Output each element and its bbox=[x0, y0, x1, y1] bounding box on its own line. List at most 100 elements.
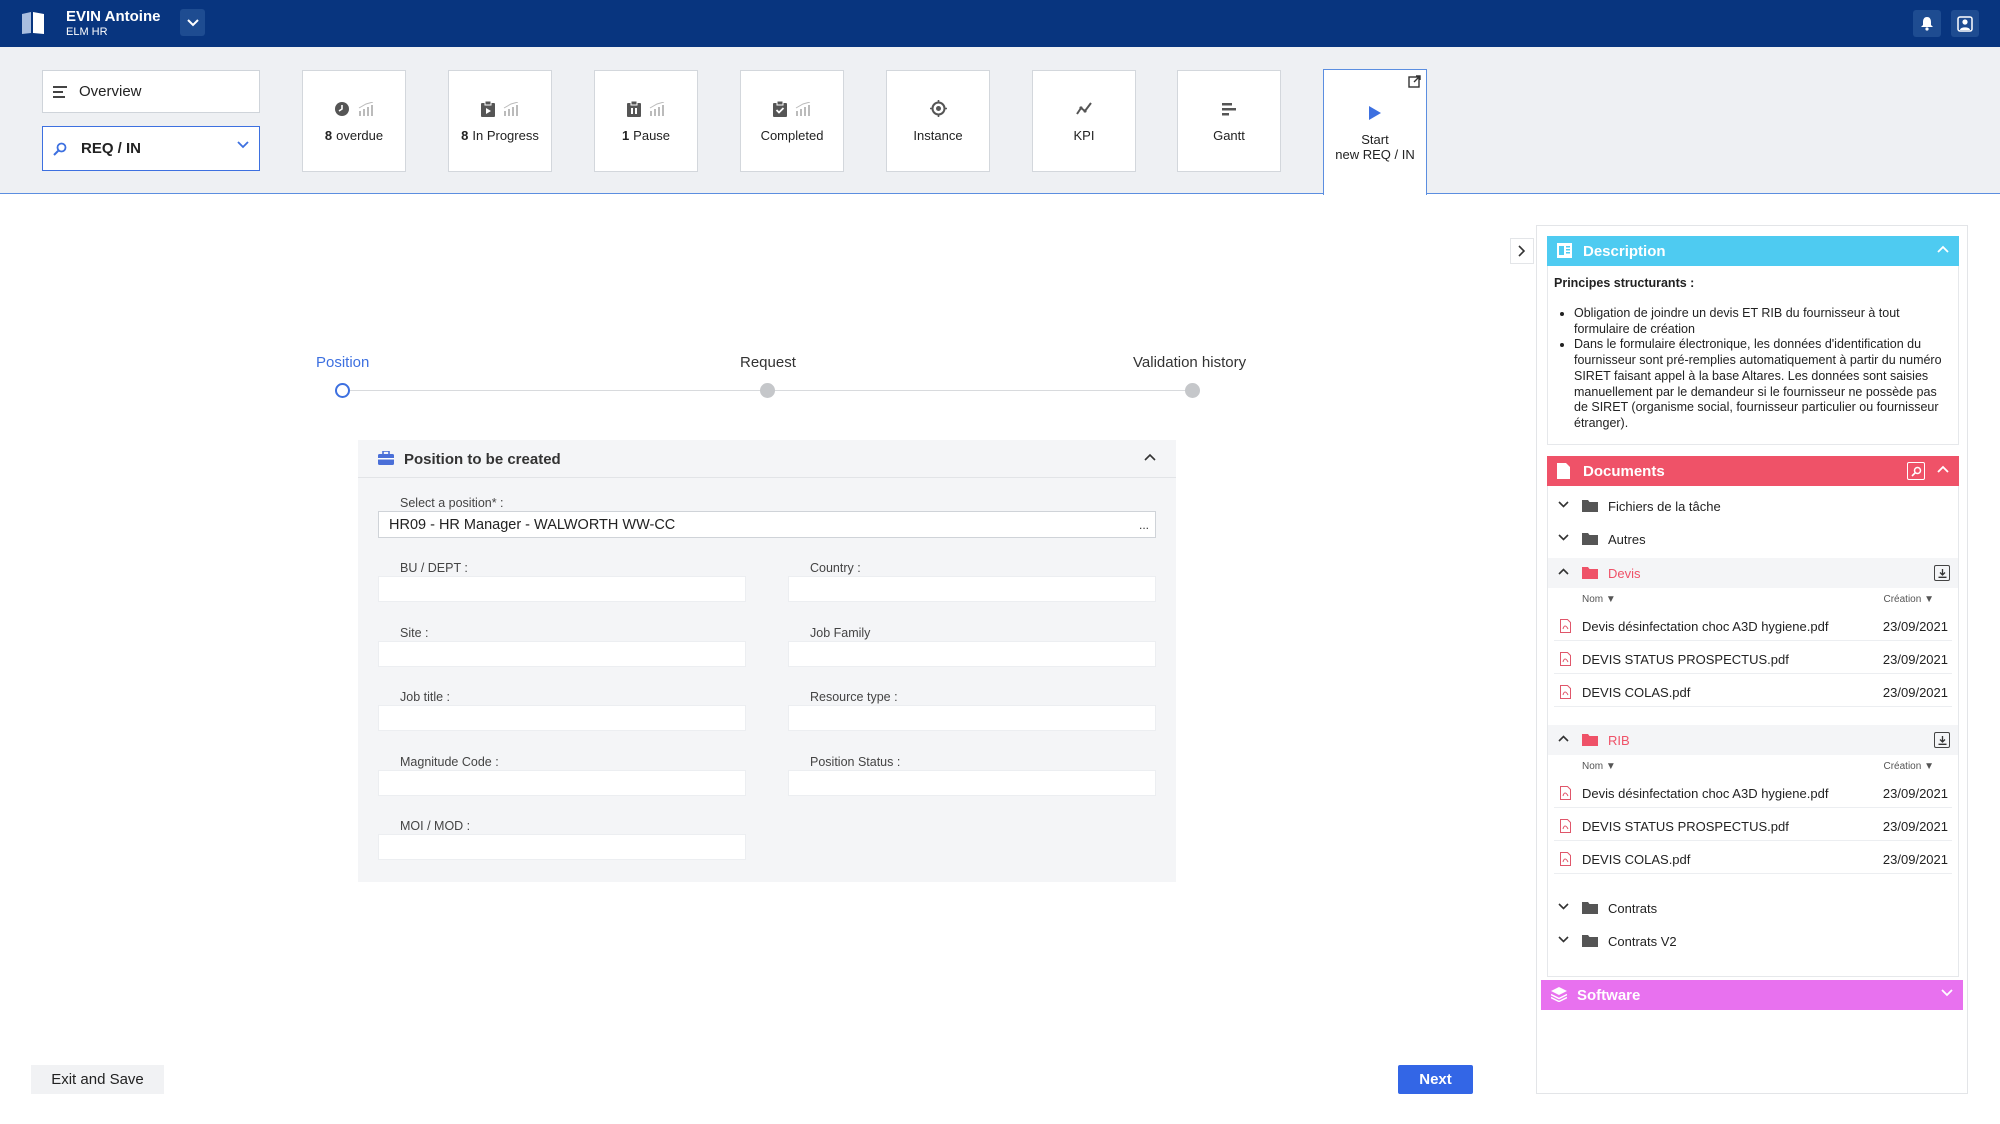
tile-kpi[interactable]: KPI bbox=[1032, 70, 1136, 172]
folder-contrats-v2[interactable]: Contrats V2 bbox=[1548, 926, 1958, 956]
folder-name: Devis bbox=[1608, 566, 1641, 581]
external-link-icon[interactable] bbox=[1408, 75, 1421, 88]
document-icon bbox=[1557, 243, 1572, 258]
menu-lines-icon bbox=[53, 85, 67, 98]
documents-search-button[interactable] bbox=[1907, 462, 1925, 480]
description-header[interactable]: Description bbox=[1547, 236, 1959, 266]
start-new-request-tile[interactable]: Start new REQ / IN bbox=[1323, 69, 1427, 195]
tile-pause[interactable]: 1 Pause bbox=[594, 70, 698, 172]
tile-completed[interactable]: Completed bbox=[740, 70, 844, 172]
pdf-file-icon bbox=[1560, 652, 1571, 666]
form-card-header[interactable]: Position to be created bbox=[358, 440, 1176, 478]
chevron-down-icon[interactable] bbox=[1941, 989, 1953, 997]
panel-toggle-button[interactable] bbox=[1510, 238, 1534, 264]
user-icon bbox=[1957, 15, 1973, 32]
file-row[interactable]: DEVIS COLAS.pdf 23/09/2021 bbox=[1554, 844, 1952, 874]
briefcase-icon bbox=[378, 451, 394, 465]
country-label: Country : bbox=[810, 561, 861, 575]
documents-title: Documents bbox=[1583, 462, 1665, 480]
folder-icon bbox=[1582, 734, 1598, 746]
folder-fichiers-tache[interactable]: Fichiers de la tâche bbox=[1548, 491, 1958, 521]
position-status-field[interactable] bbox=[788, 770, 1156, 796]
bu-dept-field[interactable] bbox=[378, 576, 746, 602]
resource-type-field[interactable] bbox=[788, 705, 1156, 731]
principle-item: Dans le formulaire électronique, les don… bbox=[1574, 337, 1952, 431]
moi-mod-label: MOI / MOD : bbox=[400, 819, 471, 833]
play-icon bbox=[1369, 105, 1381, 120]
column-created[interactable]: Création ▼ bbox=[1884, 761, 1935, 772]
chevron-down-icon bbox=[237, 141, 249, 149]
side-panel: Description Principes structurants : Obl… bbox=[1536, 225, 1968, 1094]
step-validation-history-label[interactable]: Validation history bbox=[1133, 354, 1246, 371]
chevron-up-icon[interactable] bbox=[1144, 453, 1156, 461]
file-row[interactable]: Devis désinfectation choc A3D hygiene.pd… bbox=[1554, 778, 1952, 808]
magnitude-code-field[interactable] bbox=[378, 770, 746, 796]
folder-icon bbox=[1582, 935, 1598, 947]
download-icon bbox=[1938, 735, 1946, 745]
position-select-input[interactable]: HR09 - HR Manager - WALWORTH WW-CC ... bbox=[378, 511, 1156, 538]
overview-button[interactable]: Overview bbox=[42, 70, 260, 113]
folder-icon bbox=[1582, 902, 1598, 914]
tile-gantt[interactable]: Gantt bbox=[1177, 70, 1281, 172]
folder-devis[interactable]: Devis bbox=[1548, 558, 1958, 588]
file-date: 23/09/2021 bbox=[1882, 619, 1948, 634]
tile-overdue[interactable]: 8 overdue bbox=[302, 70, 406, 172]
file-date: 23/09/2021 bbox=[1882, 786, 1948, 801]
user-org: ELM HR bbox=[66, 26, 108, 38]
tile-label: KPI bbox=[1073, 127, 1095, 143]
folder-rib[interactable]: RIB bbox=[1548, 725, 1958, 755]
pdf-file-icon bbox=[1560, 819, 1571, 833]
folder-contrats[interactable]: Contrats bbox=[1548, 893, 1958, 923]
chevron-right-icon bbox=[1518, 245, 1526, 257]
notifications-button[interactable] bbox=[1913, 10, 1941, 37]
file-name: DEVIS STATUS PROSPECTUS.pdf bbox=[1582, 652, 1789, 667]
column-name[interactable]: Nom ▼ bbox=[1582, 761, 1616, 772]
clipboard-check-icon bbox=[773, 100, 787, 117]
file-row[interactable]: DEVIS COLAS.pdf 23/09/2021 bbox=[1554, 677, 1952, 707]
step-request-dot[interactable] bbox=[760, 383, 775, 398]
step-request-label[interactable]: Request bbox=[740, 354, 796, 371]
file-row[interactable]: DEVIS STATUS PROSPECTUS.pdf 23/09/2021 bbox=[1554, 811, 1952, 841]
step-position-label[interactable]: Position bbox=[316, 354, 369, 371]
job-title-field[interactable] bbox=[378, 705, 746, 731]
tile-count: 8 bbox=[324, 127, 333, 143]
position-picker-button[interactable]: ... bbox=[1133, 512, 1155, 537]
profile-button[interactable] bbox=[1951, 10, 1979, 37]
file-row[interactable]: Devis désinfectation choc A3D hygiene.pd… bbox=[1554, 611, 1952, 641]
exit-and-save-button[interactable]: Exit and Save bbox=[31, 1065, 164, 1094]
start-label-line1: Start bbox=[1361, 131, 1389, 147]
folder-icon bbox=[1582, 500, 1598, 512]
chevron-up-icon[interactable] bbox=[1937, 245, 1949, 253]
file-name: DEVIS COLAS.pdf bbox=[1582, 685, 1691, 700]
download-button[interactable] bbox=[1934, 565, 1950, 581]
folder-autres[interactable]: Autres bbox=[1548, 524, 1958, 554]
search-icon bbox=[53, 142, 67, 156]
file-row[interactable]: DEVIS STATUS PROSPECTUS.pdf 23/09/2021 bbox=[1554, 644, 1952, 674]
job-family-field[interactable] bbox=[788, 641, 1156, 667]
column-name[interactable]: Nom ▼ bbox=[1582, 594, 1616, 605]
start-label-line2: new REQ / IN bbox=[1335, 146, 1415, 162]
download-button[interactable] bbox=[1934, 732, 1950, 748]
step-validation-history-dot[interactable] bbox=[1185, 383, 1200, 398]
moi-mod-field[interactable] bbox=[378, 834, 746, 860]
folder-name: RIB bbox=[1608, 733, 1630, 748]
site-field[interactable] bbox=[378, 641, 746, 667]
documents-header[interactable]: Documents bbox=[1547, 456, 1959, 486]
tile-in-progress[interactable]: 8 In Progress bbox=[448, 70, 552, 172]
process-selector[interactable]: REQ / IN bbox=[42, 126, 260, 171]
chevron-down-icon bbox=[1558, 936, 1569, 943]
column-created[interactable]: Création ▼ bbox=[1884, 594, 1935, 605]
folder-name: Autres bbox=[1608, 532, 1646, 547]
chevron-up-icon[interactable] bbox=[1937, 465, 1949, 473]
description-body: Principes structurants : Obligation de j… bbox=[1547, 266, 1959, 445]
user-menu-button[interactable] bbox=[180, 9, 205, 36]
tile-instance[interactable]: Instance bbox=[886, 70, 990, 172]
step-position-dot[interactable] bbox=[335, 383, 350, 398]
software-header[interactable]: Software bbox=[1541, 980, 1963, 1010]
position-form-card: Position to be created Select a position… bbox=[358, 440, 1176, 882]
country-field[interactable] bbox=[788, 576, 1156, 602]
top-bar: EVIN Antoine ELM HR bbox=[0, 0, 2000, 47]
overview-label: Overview bbox=[79, 83, 142, 100]
file-name: DEVIS STATUS PROSPECTUS.pdf bbox=[1582, 819, 1789, 834]
next-button[interactable]: Next bbox=[1398, 1065, 1473, 1094]
